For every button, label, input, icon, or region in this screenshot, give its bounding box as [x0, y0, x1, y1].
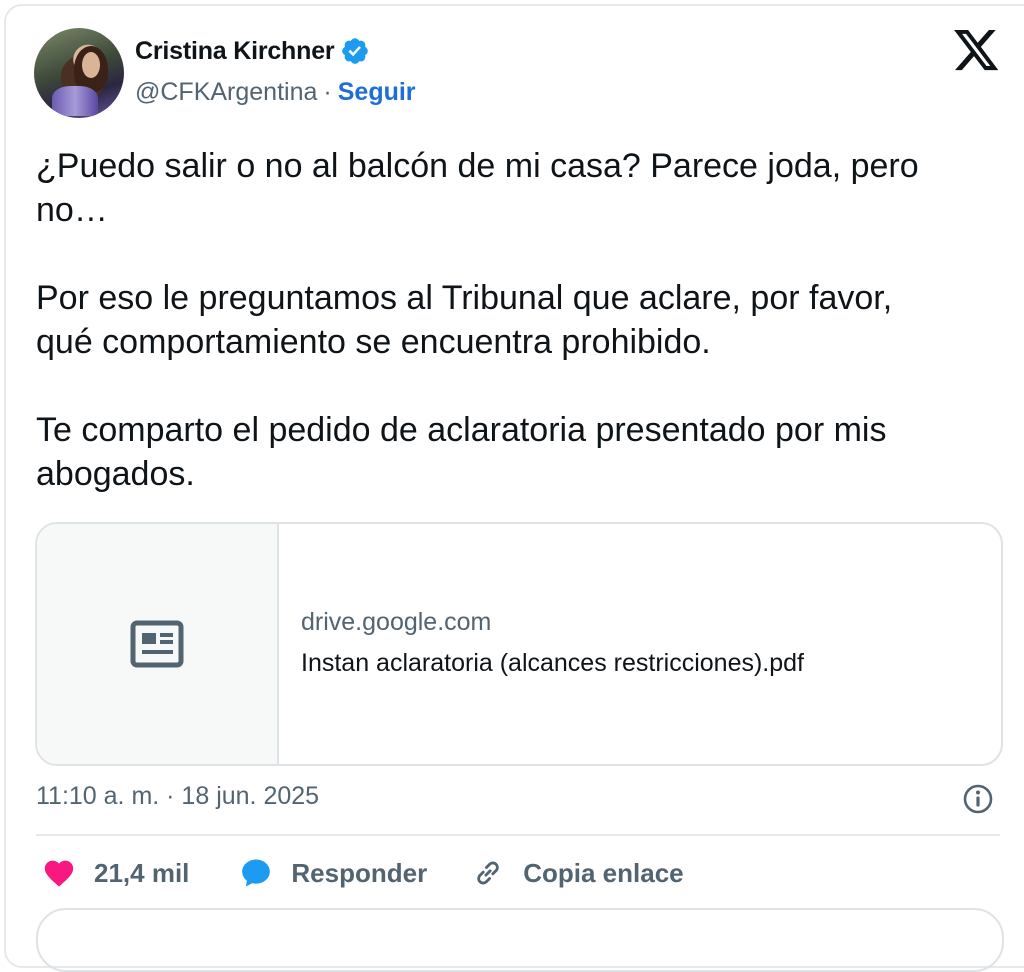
action-bar: 21,4 mil Responder Copia enlace [42, 856, 684, 890]
article-icon [130, 620, 184, 668]
tweet-text: ¿Puedo salir o no al balcón de mi casa? … [36, 147, 919, 493]
copy-link-button[interactable]: Copia enlace [471, 856, 684, 890]
reply-bubble-icon [242, 859, 271, 887]
link-info: drive.google.com Instan aclaratoria (alc… [301, 608, 804, 678]
author-name-row: Cristina Kirchner [135, 36, 370, 66]
reply-button[interactable]: Responder [239, 856, 427, 890]
heart-icon [44, 860, 74, 887]
link-domain: drive.google.com [301, 608, 492, 636]
x-logo-icon[interactable] [954, 30, 1000, 72]
link-thumbnail [37, 524, 279, 764]
follow-button[interactable]: Seguir [338, 78, 416, 107]
author-handle-row: @CFKArgentina · Seguir [135, 78, 416, 107]
reply-label: Responder [291, 857, 428, 888]
link-title: Instan aclaratoria (alcances restriccion… [301, 649, 805, 677]
author-display-name[interactable]: Cristina Kirchner [135, 37, 335, 66]
handle-separator: · [323, 78, 332, 106]
link-icon [477, 861, 499, 885]
avatar-face [82, 52, 100, 78]
author-handle[interactable]: @CFKArgentina [135, 78, 317, 107]
like-count: 21,4 mil [94, 857, 190, 888]
divider [36, 834, 1000, 836]
link-preview-card[interactable]: drive.google.com Instan aclaratoria (alc… [35, 522, 1003, 766]
verified-badge-icon [342, 38, 369, 64]
copy-link-label: Copia enlace [523, 857, 684, 888]
read-replies-button[interactable] [36, 908, 1004, 972]
like-button[interactable]: 21,4 mil [42, 856, 189, 890]
avatar-scarf [52, 86, 98, 116]
tweet-timestamp[interactable]: 11:10 a. m. · 18 jun. 2025 [36, 782, 319, 811]
avatar[interactable] [34, 28, 124, 118]
info-icon[interactable] [962, 783, 994, 815]
